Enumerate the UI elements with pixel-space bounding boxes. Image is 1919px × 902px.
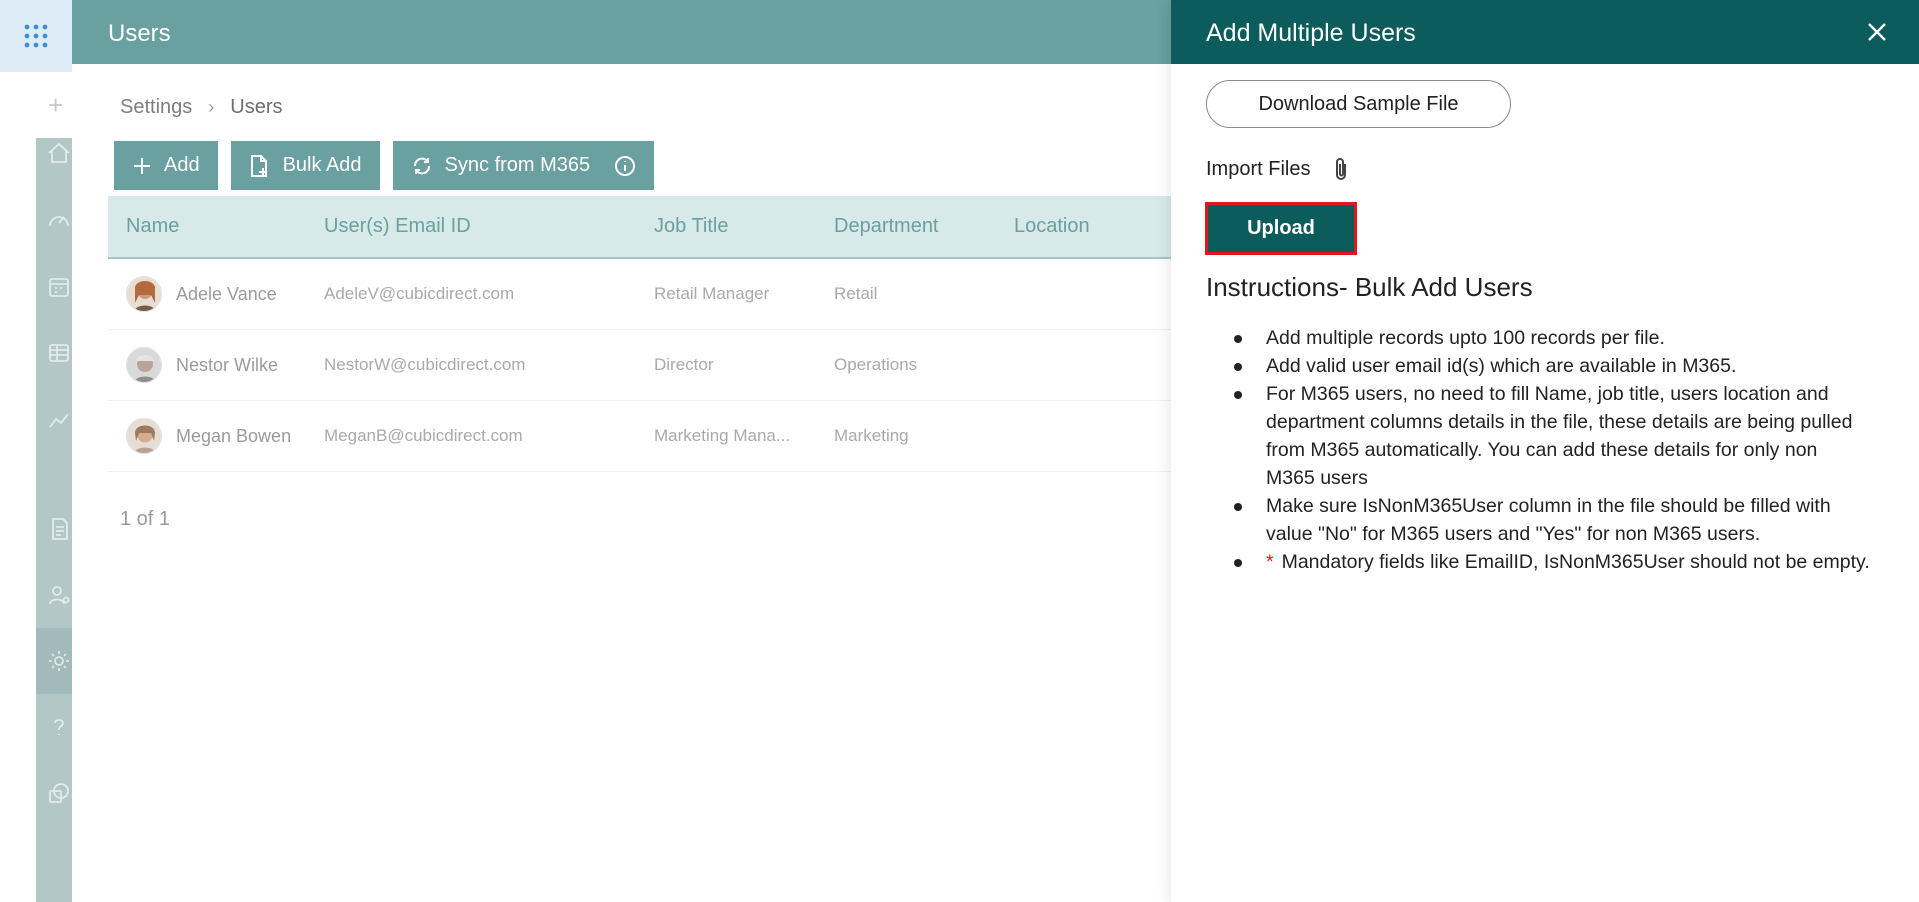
table-row[interactable]: Megan Bowen MeganB@cubicdirect.com Marke… — [108, 401, 1171, 472]
import-files-label: Import Files — [1206, 157, 1311, 180]
upload-highlight: Upload — [1205, 202, 1357, 255]
table-row[interactable]: Nestor Wilke NestorW@cubicdirect.com Dir… — [108, 330, 1171, 401]
instruction-item: * Mandatory fields like EmailID, IsNonM36… — [1231, 548, 1871, 576]
users-table: Name User(s) Email ID Job Title Departme… — [108, 196, 1171, 472]
name-cell: Megan Bowen — [108, 418, 324, 454]
instruction-item: Add multiple records upto 100 records pe… — [1231, 324, 1871, 352]
email-cell: NestorW@cubicdirect.com — [324, 355, 526, 374]
table-row[interactable]: Adele Vance AdeleV@cubicdirect.com Retai… — [108, 259, 1171, 330]
user-settings-icon[interactable] — [46, 582, 72, 608]
column-header-job-title[interactable]: Job Title — [654, 215, 834, 238]
required-note: Mandatory fields like EmailID, IsNonM365… — [1281, 551, 1870, 573]
main-content: Users Settings › Users Add Bulk Add Sync… — [72, 0, 1171, 902]
sync-icon — [411, 155, 433, 177]
upload-button[interactable]: Upload — [1208, 205, 1354, 252]
bulk-add-button-label: Bulk Add — [282, 154, 362, 176]
calendar-icon[interactable] — [46, 274, 72, 300]
info-icon[interactable] — [614, 155, 636, 177]
left-nav-rail — [36, 138, 72, 902]
help-icon[interactable] — [46, 714, 72, 740]
instructions-title: Instructions- Bulk Add Users — [1206, 272, 1533, 302]
add-icon[interactable]: + — [48, 92, 63, 118]
avatar — [126, 347, 162, 383]
user-name: Nestor Wilke — [176, 354, 279, 375]
gear-icon[interactable] — [46, 648, 72, 674]
paperclip-icon[interactable] — [1330, 156, 1352, 182]
instruction-item: Add valid user email id(s) which are ava… — [1231, 352, 1871, 380]
column-header-department[interactable]: Department — [834, 215, 1014, 238]
app-launcher-button[interactable] — [0, 0, 72, 72]
pagination-text: 1 of 1 — [120, 508, 171, 530]
sharepoint-icon[interactable] — [46, 780, 72, 806]
job-title-cell: Director — [654, 355, 714, 374]
report-icon[interactable] — [46, 516, 72, 542]
chart-icon[interactable] — [46, 406, 72, 432]
dashboard-icon[interactable] — [46, 208, 72, 234]
bulk-file-icon — [249, 154, 271, 178]
breadcrumb-users: Users — [230, 96, 283, 118]
column-header-email[interactable]: User(s) Email ID — [324, 215, 654, 238]
sync-button-label: Sync from M365 — [444, 154, 591, 176]
name-cell: Nestor Wilke — [108, 347, 324, 383]
column-header-location[interactable]: Location — [1014, 215, 1171, 238]
column-header-name[interactable]: Name — [108, 215, 324, 238]
top-bar: Users — [72, 0, 1171, 64]
download-sample-file-button[interactable]: Download Sample File — [1206, 80, 1511, 128]
sync-m365-button[interactable]: Sync from M365 — [392, 141, 655, 190]
avatar — [126, 276, 162, 312]
user-name: Megan Bowen — [176, 425, 292, 446]
toolbar: Add Bulk Add Sync from M365 — [114, 141, 655, 190]
breadcrumb-settings[interactable]: Settings — [120, 96, 192, 119]
add-button[interactable]: Add — [114, 141, 218, 190]
page-title: Users — [108, 20, 171, 47]
required-asterisk: * — [1266, 551, 1274, 573]
panel-header: Add Multiple Users — [1171, 0, 1919, 64]
breadcrumb: Settings › Users — [120, 96, 283, 119]
add-multiple-users-panel: Add Multiple Users Download Sample File … — [1171, 0, 1919, 902]
email-cell: AdeleV@cubicdirect.com — [324, 284, 515, 303]
plus-icon — [132, 156, 152, 176]
instruction-item: Make sure IsNonM365User column in the fi… — [1231, 492, 1871, 548]
bulk-add-button[interactable]: Bulk Add — [230, 141, 380, 190]
job-title-cell: Retail Manager — [654, 284, 770, 303]
home-icon[interactable] — [46, 140, 72, 166]
job-title-cell: Marketing Mana... — [654, 426, 791, 445]
table-icon[interactable] — [46, 340, 72, 366]
department-cell: Marketing — [834, 426, 909, 445]
instruction-item: For M365 users, no need to fill Name, jo… — [1231, 380, 1871, 492]
department-cell: Operations — [834, 355, 918, 374]
department-cell: Retail — [834, 284, 878, 303]
table-header: Name User(s) Email ID Job Title Departme… — [108, 196, 1171, 259]
import-files-row: Import Files — [1206, 156, 1352, 182]
panel-title: Add Multiple Users — [1206, 19, 1416, 47]
name-cell: Adele Vance — [108, 276, 324, 312]
add-button-label: Add — [164, 154, 200, 176]
chevron-right-icon: › — [208, 97, 215, 117]
user-name: Adele Vance — [176, 283, 277, 304]
waffle-icon — [24, 24, 48, 48]
avatar — [126, 418, 162, 454]
email-cell: MeganB@cubicdirect.com — [324, 426, 523, 445]
close-icon[interactable] — [1865, 20, 1889, 44]
instructions-list: Add multiple records upto 100 records pe… — [1231, 324, 1871, 576]
